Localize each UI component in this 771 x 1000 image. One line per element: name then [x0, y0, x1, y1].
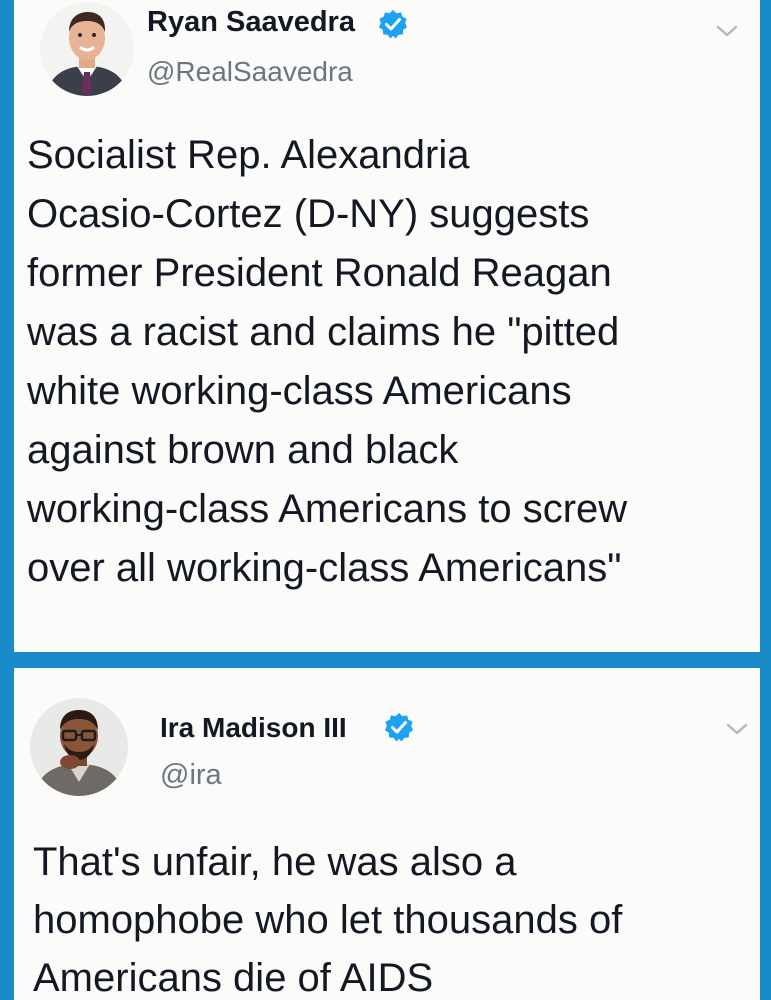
avatar-ira-madison-image [30, 698, 128, 796]
verified-badge-icon [385, 713, 413, 742]
avatar-ryan-saavedra-image [40, 2, 134, 96]
chevron-down-icon[interactable] [724, 720, 750, 738]
chevron-down-icon[interactable] [714, 22, 740, 40]
tweet-text: Socialist Rep. Alexandria Ocasio-Cortez … [27, 133, 628, 590]
screenshot-frame: Ryan Saavedra @RealSaavedra Socialist Re… [0, 0, 771, 1000]
avatar[interactable] [30, 698, 128, 796]
author-handle[interactable]: @ira [160, 759, 222, 792]
verified-badge-icon [379, 10, 407, 39]
author-name[interactable]: Ryan Saavedra [147, 6, 355, 39]
author-handle[interactable]: @RealSaavedra [147, 56, 353, 88]
author-name[interactable]: Ira Madison III [160, 712, 347, 744]
tweet-card[interactable]: Ryan Saavedra @RealSaavedra Socialist Re… [14, 0, 760, 652]
tweet-text: That's unfair, he was also a homophobe w… [33, 840, 623, 1000]
avatar[interactable] [40, 2, 134, 96]
tweet-card[interactable]: Ira Madison III @ira That's unfair, he w… [14, 668, 760, 1000]
